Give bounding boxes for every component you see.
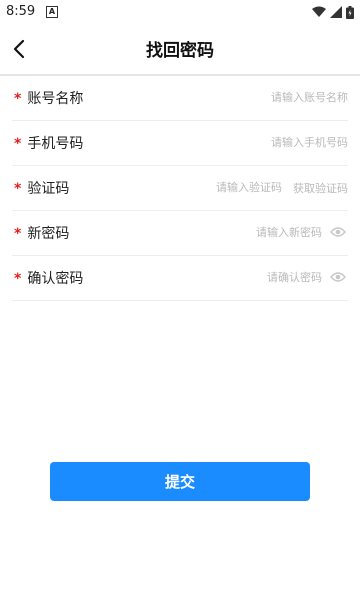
notification-icon: A <box>46 6 58 18</box>
eye-icon[interactable] <box>330 271 346 283</box>
confirm-password-label-text: 确认密码 <box>27 271 84 287</box>
account-input[interactable] <box>158 86 348 108</box>
new-password-label: * 新密码 <box>14 223 69 243</box>
status-bar: 8:59 A <box>0 0 360 24</box>
status-icons <box>312 5 354 19</box>
phone-label: * 手机号码 <box>14 133 83 153</box>
required-mark: * <box>14 271 22 287</box>
required-mark: * <box>14 91 22 107</box>
required-mark: * <box>14 226 22 242</box>
wifi-icon <box>312 6 326 17</box>
account-label-text: 账号名称 <box>27 91 84 107</box>
code-label-text: 验证码 <box>27 181 70 197</box>
phone-label-text: 手机号码 <box>27 136 84 152</box>
new-password-input[interactable] <box>162 221 322 243</box>
signal-icon <box>330 6 342 18</box>
code-input[interactable] <box>152 176 282 198</box>
status-time: 8:59 <box>6 4 36 19</box>
required-mark: * <box>14 136 22 152</box>
phone-row: * 手机号码 <box>12 121 348 166</box>
battery-icon <box>346 5 354 19</box>
account-label: * 账号名称 <box>14 88 83 108</box>
code-row: * 验证码 获取验证码 <box>12 166 348 211</box>
header: 找回密码 <box>0 24 360 74</box>
account-row: * 账号名称 <box>12 76 348 121</box>
phone-input[interactable] <box>158 131 348 153</box>
confirm-password-input[interactable] <box>162 266 322 288</box>
new-password-label-text: 新密码 <box>27 226 70 242</box>
submit-button[interactable]: 提交 <box>50 462 310 501</box>
confirm-password-label: * 确认密码 <box>14 268 83 288</box>
eye-icon[interactable] <box>330 226 346 238</box>
page-title: 找回密码 <box>146 41 214 61</box>
code-label: * 验证码 <box>14 178 69 198</box>
reset-password-form: * 账号名称 * 手机号码 * 验证码 获取验证码 * 新密码 * 确认密码 <box>12 76 348 301</box>
required-mark: * <box>14 181 22 197</box>
get-code-button[interactable]: 获取验证码 <box>293 180 348 196</box>
new-password-row: * 新密码 <box>12 211 348 256</box>
confirm-password-row: * 确认密码 <box>12 256 348 301</box>
